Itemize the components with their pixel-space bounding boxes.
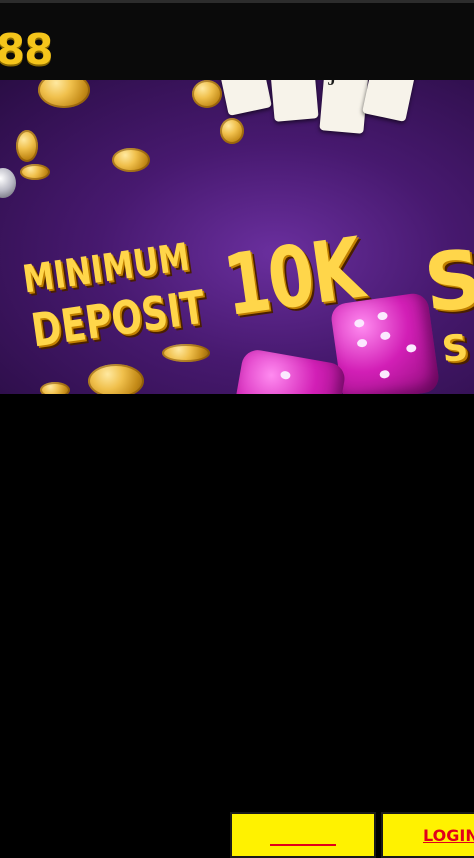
playing-card: Q bbox=[269, 80, 319, 122]
action-bar: LOGIN bbox=[0, 394, 474, 858]
die-pip bbox=[405, 343, 417, 353]
promo-amount: 10K bbox=[218, 218, 368, 336]
site-header: 88 bbox=[0, 0, 474, 80]
playing-card: Q bbox=[362, 80, 418, 122]
gold-coin-decoration bbox=[16, 130, 38, 162]
die-pip bbox=[377, 311, 389, 321]
gold-coin-decoration bbox=[88, 364, 144, 394]
card-rank: J bbox=[327, 80, 337, 90]
gold-coin-decoration bbox=[192, 80, 222, 108]
die-pip bbox=[279, 370, 292, 380]
gold-coin-decoration bbox=[40, 382, 70, 394]
die-pip bbox=[379, 369, 391, 379]
playing-card: J bbox=[319, 80, 369, 134]
register-button[interactable] bbox=[230, 812, 376, 858]
die-pip bbox=[356, 338, 368, 348]
promo-side-text: S bbox=[420, 231, 474, 331]
button-underline bbox=[270, 844, 336, 846]
login-button[interactable]: LOGIN bbox=[381, 812, 474, 858]
gold-coin-decoration bbox=[20, 164, 50, 180]
promo-banner[interactable]: K Q J Q MINIMUM DEPOSIT 10K S S bbox=[0, 80, 474, 394]
gold-coin-decoration bbox=[112, 148, 150, 172]
promo-side-subtext: S bbox=[440, 327, 471, 371]
die-pip bbox=[379, 331, 391, 341]
silver-ball-decoration bbox=[0, 168, 16, 198]
die-pip bbox=[353, 318, 365, 328]
gold-coin-decoration bbox=[220, 118, 244, 144]
login-button-label: LOGIN bbox=[423, 826, 474, 845]
pink-die-decoration bbox=[228, 347, 348, 394]
playing-card: K bbox=[216, 80, 272, 116]
gold-coin-decoration bbox=[162, 344, 210, 362]
site-logo[interactable]: 88 bbox=[0, 25, 53, 74]
gold-coin-decoration bbox=[38, 80, 90, 108]
